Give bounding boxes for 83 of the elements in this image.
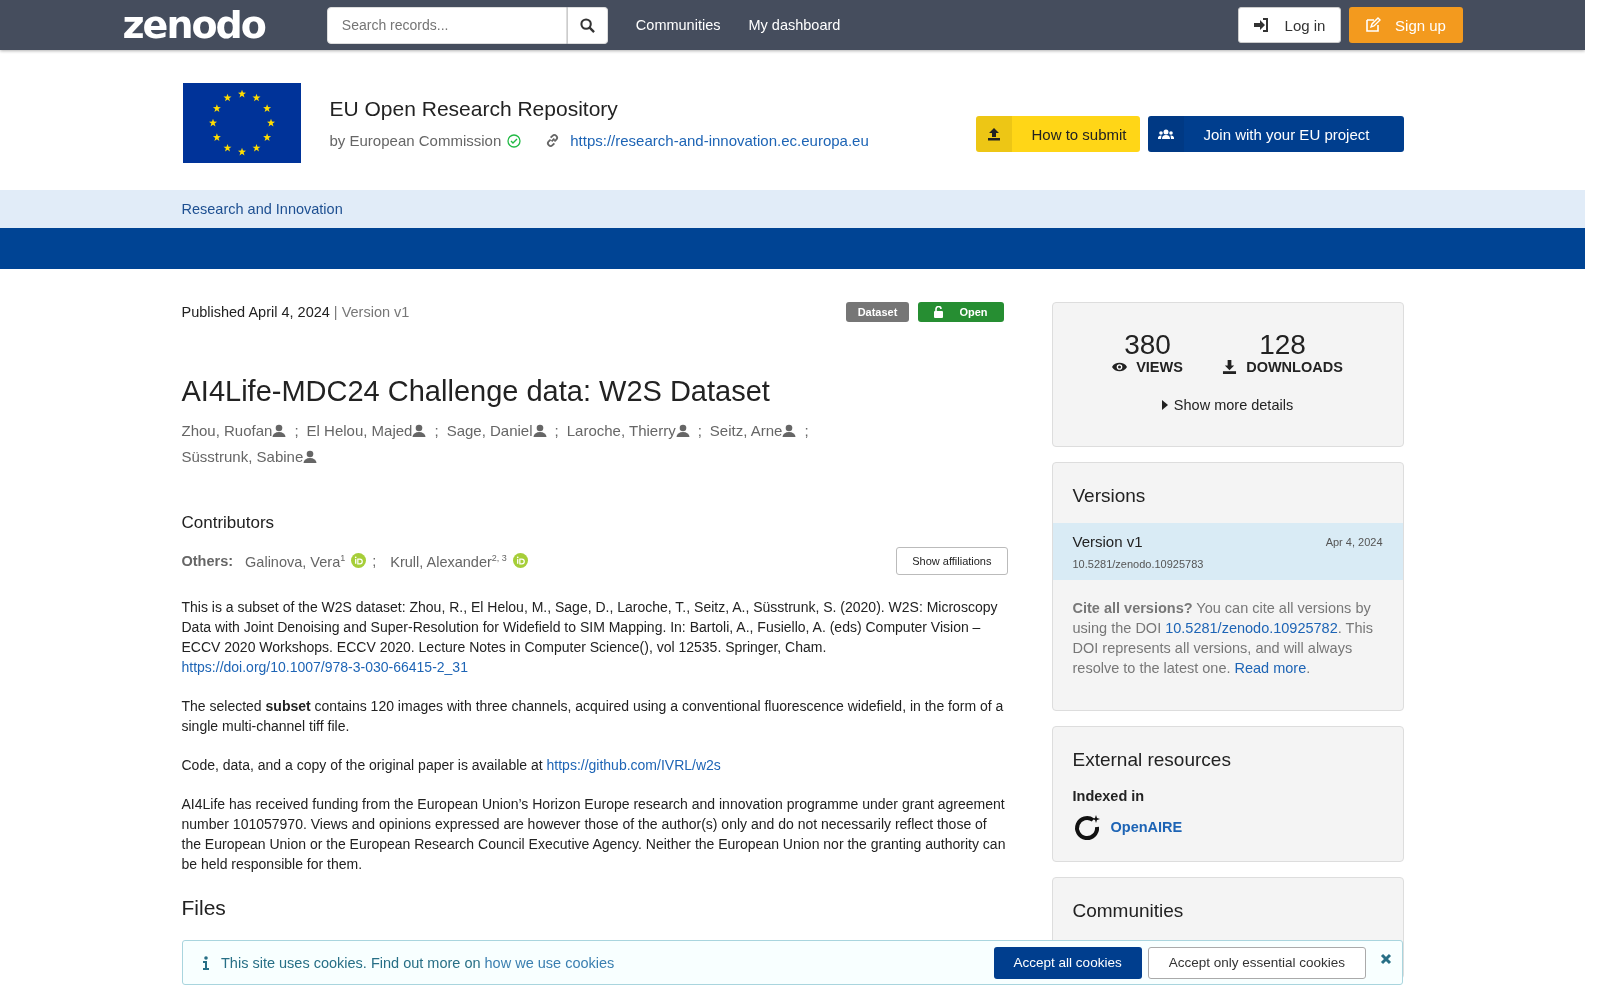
upload-icon xyxy=(986,127,1001,141)
version-label: | Version v1 xyxy=(332,304,410,320)
read-more-link[interactable]: Read more xyxy=(1234,660,1307,676)
users-icon xyxy=(1157,128,1174,140)
edit-icon xyxy=(1365,17,1382,33)
card-heading: External resources xyxy=(1072,749,1232,771)
description-paragraph: Code, data, and a copy of the original paper is available at https://github.com/IVRL/w2s xyxy=(181,756,722,775)
openaire-link[interactable]: OpenAIRE xyxy=(1110,819,1183,835)
link-icon xyxy=(545,133,561,148)
contributor-name[interactable]: Krull, Alexander$^{2, 3}$ xyxy=(390,552,507,570)
creator-name[interactable]: El Helou, Majed xyxy=(306,422,413,439)
submit-button[interactable]: How to submit xyxy=(975,116,1140,152)
login-icon xyxy=(1252,18,1269,32)
access-badge: Open xyxy=(918,302,1004,322)
separator: ; xyxy=(804,422,809,439)
close-icon xyxy=(1380,952,1392,965)
cookie-message: This site uses cookies. Find out more on how we use cookies xyxy=(221,954,615,971)
show-affiliations-button[interactable]: Show affiliations xyxy=(896,547,1008,575)
resource-type-badge: Dataset xyxy=(845,302,910,322)
publication-date: Published April 4, 2024 xyxy=(181,304,330,320)
separator: ; xyxy=(554,422,559,439)
description-link[interactable]: https://github.com/IVRL/w2s xyxy=(546,757,721,773)
record-title: AI4Life-MDC24 Challenge data: W2S Dataset xyxy=(181,375,771,408)
caret-icon xyxy=(1161,400,1168,410)
section-heading: Files xyxy=(181,896,227,920)
version-item[interactable]: Version v1 Apr 4, 2024 10.5281/zenodo.10925783 xyxy=(1052,523,1403,580)
description-paragraph: The selected subset contains 120 images with three channels, acquired using a conventional fluorescence widefield, in the form of a single multi-channel tiff file. xyxy=(181,697,1005,736)
description-link[interactable]: https://doi.org/10.1007/978-3-030-66415-2_31 xyxy=(181,659,468,675)
orcid-icon xyxy=(351,553,367,569)
menu-link[interactable]: Research and Innovation xyxy=(181,201,343,217)
creator-name[interactable]: Süsstrunk, Sabine xyxy=(181,448,304,465)
person-icon xyxy=(782,424,797,437)
person-icon xyxy=(675,424,690,437)
card-heading: Communities xyxy=(1072,900,1185,922)
card-heading: Versions xyxy=(1072,485,1147,507)
creator-name[interactable]: Seitz, Arne xyxy=(709,422,783,439)
person-icon xyxy=(272,424,287,437)
nav-link[interactable]: My dashboard xyxy=(748,17,841,33)
stat-label: VIEWS xyxy=(1136,359,1183,375)
description-paragraph: This is a subset of the W2S dataset: Zhou, R., El Helou, M., Sage, D., Laroche, T., Seitz, A., Süsstrunk, S. (2020). W2S: Microscopy Data with Joint Denoising and Super-Resolution for Widefield to SIM Mapping. In: Bartoli, A., Fusiello, A. (eds) Computer Vision – ECCV 2020 Workshops. ECCV 2020. Lecture Notes in Computer Science(), vol 12535. Springer, Cham. https://doi.org/10.1007/978-3-030-66415-2_31 xyxy=(181,598,999,677)
separator: ; xyxy=(294,422,299,439)
description-paragraph: AI4Life has received funding from the European Union’s Horizon Europe research and innovation programme under grant agreement number 101057970. Views and opinions expressed are however those of the author(s) only and do not necessarily reflect those of the European Union or the European Research Council Executive Agency. Neither the European Union nor the granting authority can be held responsible for them. xyxy=(181,795,1007,874)
nav-link[interactable]: Communities xyxy=(635,17,721,33)
stat-value: 128 xyxy=(1259,331,1306,359)
subheading: Indexed in xyxy=(1072,788,1146,804)
unlock-icon xyxy=(934,306,946,318)
person-icon xyxy=(412,424,427,437)
website-link[interactable]: https://research-and-innovation.ec.europa.eu xyxy=(570,132,869,149)
doi-link[interactable]: 10.5281/zenodo.10925782 xyxy=(1165,620,1338,636)
accept-essential-button[interactable]: Accept only essential cookies xyxy=(1147,946,1366,979)
join-button[interactable]: Join with your EU project xyxy=(1147,116,1404,152)
eye-icon xyxy=(1112,360,1128,374)
section-heading: Contributors xyxy=(181,513,276,533)
version-doi: 10.5281/zenodo.10925783 xyxy=(1072,558,1205,570)
stat-label: DOWNLOADS xyxy=(1246,359,1343,375)
login-button[interactable]: Log in xyxy=(1237,7,1341,43)
separator: ; xyxy=(434,422,439,439)
creator-name[interactable]: Zhou, Ruofan xyxy=(181,422,273,439)
version-title: Version v1 xyxy=(1072,533,1143,550)
separator: ; xyxy=(697,422,702,439)
version-date: Apr 4, 2024 xyxy=(1325,535,1383,548)
openaire-logo xyxy=(1072,813,1101,841)
community-owner: by European Commission xyxy=(329,132,502,149)
search-icon xyxy=(579,17,595,33)
community-title: EU Open Research Repository xyxy=(329,97,619,121)
person-icon xyxy=(303,450,318,463)
search-field[interactable]: Search records... xyxy=(326,6,567,44)
separator: ; xyxy=(372,553,377,569)
person-icon xyxy=(532,424,547,437)
creator-name[interactable]: Laroche, Thierry xyxy=(566,422,676,439)
stat-value: 380 xyxy=(1124,331,1171,359)
download-icon xyxy=(1222,360,1238,374)
others-label: Others: xyxy=(181,553,234,569)
cite-note: Cite all versions? You can cite all versions by using the DOI 10.5281/zenodo.10925782. This DOI represents all versions, and will always resolve to the latest one. Read more. xyxy=(1072,599,1374,678)
creator-name[interactable]: Sage, Daniel xyxy=(446,422,533,439)
orcid-icon xyxy=(512,553,528,569)
contributor-name[interactable]: Galinova, Vera$^{1}$ xyxy=(245,552,346,570)
show-more-details-toggle[interactable]: Show more details xyxy=(1052,397,1403,413)
site-logo[interactable]: zenodo xyxy=(122,4,265,46)
cookie-policy-link[interactable]: how we use cookies xyxy=(484,954,615,971)
info-icon xyxy=(203,955,209,970)
search-button[interactable] xyxy=(566,6,608,44)
accept-all-button[interactable]: Accept all cookies xyxy=(993,946,1142,979)
